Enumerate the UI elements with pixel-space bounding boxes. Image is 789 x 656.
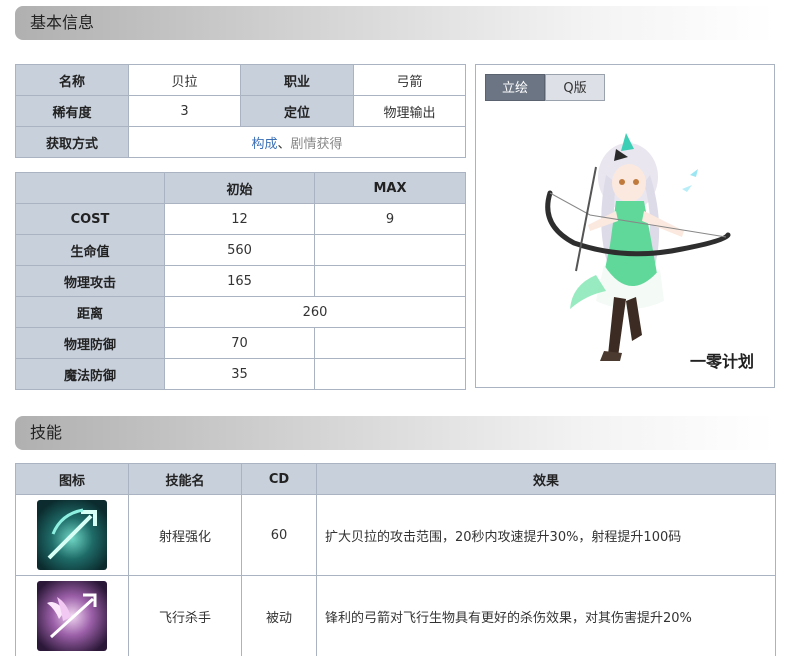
- stat-initial: 560: [164, 234, 315, 266]
- skill-cd: 被动: [241, 575, 317, 656]
- name-value: 贝拉: [128, 64, 241, 96]
- basic-info-table: 名称 贝拉 职业 弓箭 稀有度 3 定位 物理输出 获取方式 构成、剧情获得: [15, 64, 466, 158]
- stats-corner: [15, 172, 165, 204]
- character-portrait: 一零计划: [545, 133, 754, 371]
- arrow-range-icon: [37, 500, 107, 570]
- skill-effect: 锋利的弓箭对飞行生物具有更好的杀伤效果，对其伤害提升20%: [316, 575, 776, 656]
- stats-row-atk: 物理攻击 165: [15, 265, 466, 297]
- portrait-panel: 立绘 Q版 一零计划: [475, 64, 775, 388]
- obtain-link-compose[interactable]: 构成: [251, 137, 277, 152]
- stat-initial: 12: [164, 203, 315, 235]
- role-value: 物理输出: [353, 95, 466, 127]
- stat-max: [314, 327, 466, 359]
- stats-col-max: MAX: [314, 172, 466, 204]
- name-label: 名称: [15, 64, 129, 96]
- stat-max: [314, 265, 466, 297]
- winged-arrow-icon: [37, 581, 107, 651]
- skills-col-name: 技能名: [128, 463, 242, 495]
- stats-row-cost: COST 12 9: [15, 203, 466, 235]
- stat-initial: 35: [164, 358, 315, 390]
- stat-merged: 260: [164, 296, 466, 328]
- class-value: 弓箭: [353, 64, 466, 96]
- obtain-story: 剧情获得: [290, 136, 343, 152]
- obtain-separator: 、: [277, 136, 291, 152]
- stat-label: 生命值: [15, 234, 165, 266]
- rarity-value: 3: [128, 95, 241, 127]
- role-label: 定位: [240, 95, 354, 127]
- skills-col-cd: CD: [241, 463, 317, 495]
- stat-max: [314, 358, 466, 390]
- stats-col-initial: 初始: [164, 172, 315, 204]
- stats-row-hp: 生命值 560: [15, 234, 466, 266]
- section-title-basic-info: 基本信息: [30, 13, 95, 32]
- section-header-skills: 技能: [15, 416, 775, 450]
- stat-max: 9: [314, 203, 466, 235]
- section-title-skills: 技能: [30, 423, 63, 442]
- logo-text: 一零计划: [690, 352, 754, 371]
- skill-cd: 60: [241, 494, 317, 576]
- stat-label: 魔法防御: [15, 358, 165, 390]
- skill-effect: 扩大贝拉的攻击范围，20秒内攻速提升30%，射程提升100码: [316, 494, 776, 576]
- class-label: 职业: [240, 64, 354, 96]
- skill-name: 飞行杀手: [128, 575, 242, 656]
- stats-row-mdef: 魔法防御 35: [15, 358, 466, 390]
- skills-col-effect: 效果: [316, 463, 776, 495]
- skill-row: 飞行杀手 被动 锋利的弓箭对飞行生物具有更好的杀伤效果，对其伤害提升20%: [15, 575, 776, 656]
- skill-name: 射程强化: [128, 494, 242, 576]
- stat-max: [314, 234, 466, 266]
- obtain-label: 获取方式: [15, 126, 129, 158]
- section-header-basic-info: 基本信息: [15, 6, 775, 40]
- stat-label: 距离: [15, 296, 165, 328]
- stats-row-range: 距离 260: [15, 296, 466, 328]
- stats-table: 初始 MAX COST 12 9 生命值 560 物理攻击 165 距离 260…: [15, 172, 466, 390]
- skills-col-icon: 图标: [15, 463, 129, 495]
- stat-initial: 70: [164, 327, 315, 359]
- stat-label: 物理防御: [15, 327, 165, 359]
- skills-table: 图标 技能名 CD 效果 射程强化 60 扩大贝拉的攻击范围，20秒内攻速提升3…: [15, 463, 776, 656]
- skill-row: 射程强化 60 扩大贝拉的攻击范围，20秒内攻速提升30%，射程提升100码: [15, 494, 776, 576]
- stat-label: COST: [15, 203, 165, 235]
- rarity-label: 稀有度: [15, 95, 129, 127]
- stat-label: 物理攻击: [15, 265, 165, 297]
- stats-row-pdef: 物理防御 70: [15, 327, 466, 359]
- stat-initial: 165: [164, 265, 315, 297]
- obtain-value: 构成、剧情获得: [128, 126, 466, 158]
